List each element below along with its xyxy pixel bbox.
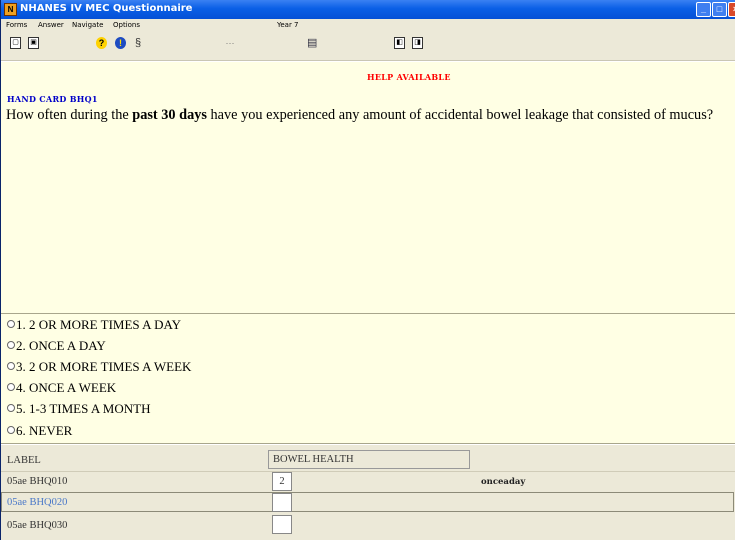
answer-option[interactable]: 3. 2 OR MORE TIMES A WEEK (7, 357, 191, 377)
attachment-icon[interactable]: § (134, 37, 142, 49)
answer-value-field[interactable] (272, 515, 292, 534)
menu-answer[interactable]: Answer (38, 21, 64, 29)
current-row-highlight (1, 492, 734, 512)
form-back-icon[interactable]: ▢ (10, 37, 21, 49)
hand-card-label: HAND CARD BHQ1 (7, 94, 98, 104)
variable-name[interactable]: 05ae BHQ030 (7, 520, 67, 531)
section-name: BOWEL HEALTH (268, 450, 470, 469)
radio-button[interactable] (7, 362, 15, 370)
title-bar[interactable]: N NHANES IV MEC Questionnaire _ □ × (1, 0, 735, 19)
minimize-button[interactable]: _ (696, 2, 711, 17)
help-icon[interactable]: ? (96, 37, 107, 49)
answer-option[interactable]: 6. NEVER (7, 421, 72, 441)
questionnaire-window: N NHANES IV MEC Questionnaire _ □ × Form… (0, 0, 735, 540)
menu-forms[interactable]: Forms (6, 21, 27, 29)
app-icon: N (4, 3, 17, 16)
radio-button[interactable] (7, 426, 15, 434)
previous-page-icon[interactable]: ◧ (394, 37, 405, 49)
menu-navigate[interactable]: Navigate (72, 21, 103, 29)
form-forward-icon[interactable]: ▣ (28, 37, 39, 49)
answer-options: 1. 2 OR MORE TIMES A DAY 2. ONCE A DAY 3… (1, 314, 735, 444)
question-emphasis: past 30 days (132, 107, 207, 123)
radio-button[interactable] (7, 341, 15, 349)
answer-option[interactable]: 1. 2 OR MORE TIMES A DAY (7, 315, 181, 335)
year-label: Year 7 (277, 21, 299, 29)
menu-options[interactable]: Options (113, 21, 140, 29)
answer-description: onceaday (481, 477, 526, 487)
label-header: LABEL (7, 455, 41, 466)
answer-value-field[interactable] (272, 493, 292, 512)
radio-button[interactable] (7, 383, 15, 391)
radio-button[interactable] (7, 320, 15, 328)
info-icon[interactable]: ! (115, 37, 126, 49)
document-icon[interactable]: ▤ (307, 37, 317, 49)
variable-name[interactable]: 05ae BHQ010 (7, 476, 67, 487)
help-available-link[interactable]: HELP AVAILABLE (367, 72, 451, 82)
toolbar: ▢ ▣ ? ! § ··· ▤ ◧ ◨ (1, 31, 735, 61)
menu-bar: Forms Answer Navigate Options Year 7 (1, 19, 735, 31)
variable-grid: LABEL BOWEL HEALTH 05ae BHQ010 2 onceada… (1, 445, 735, 540)
variable-name[interactable]: 05ae BHQ020 (7, 497, 67, 508)
row-divider (1, 471, 735, 472)
answer-option[interactable]: 5. 1-3 TIMES A MONTH (7, 399, 150, 419)
answer-value-field[interactable]: 2 (272, 472, 292, 491)
more-icon[interactable]: ··· (223, 37, 237, 49)
maximize-button[interactable]: □ (712, 2, 727, 17)
radio-button[interactable] (7, 404, 15, 412)
answer-option[interactable]: 2. ONCE A DAY (7, 336, 106, 356)
answer-option[interactable]: 4. ONCE A WEEK (7, 378, 116, 398)
window-title: NHANES IV MEC Questionnaire (20, 3, 193, 14)
question-panel: HELP AVAILABLE HAND CARD BHQ1 How often … (1, 62, 735, 314)
next-page-icon[interactable]: ◨ (412, 37, 423, 49)
question-text: How often during the past 30 days have y… (6, 107, 714, 123)
close-button[interactable]: × (728, 2, 735, 17)
